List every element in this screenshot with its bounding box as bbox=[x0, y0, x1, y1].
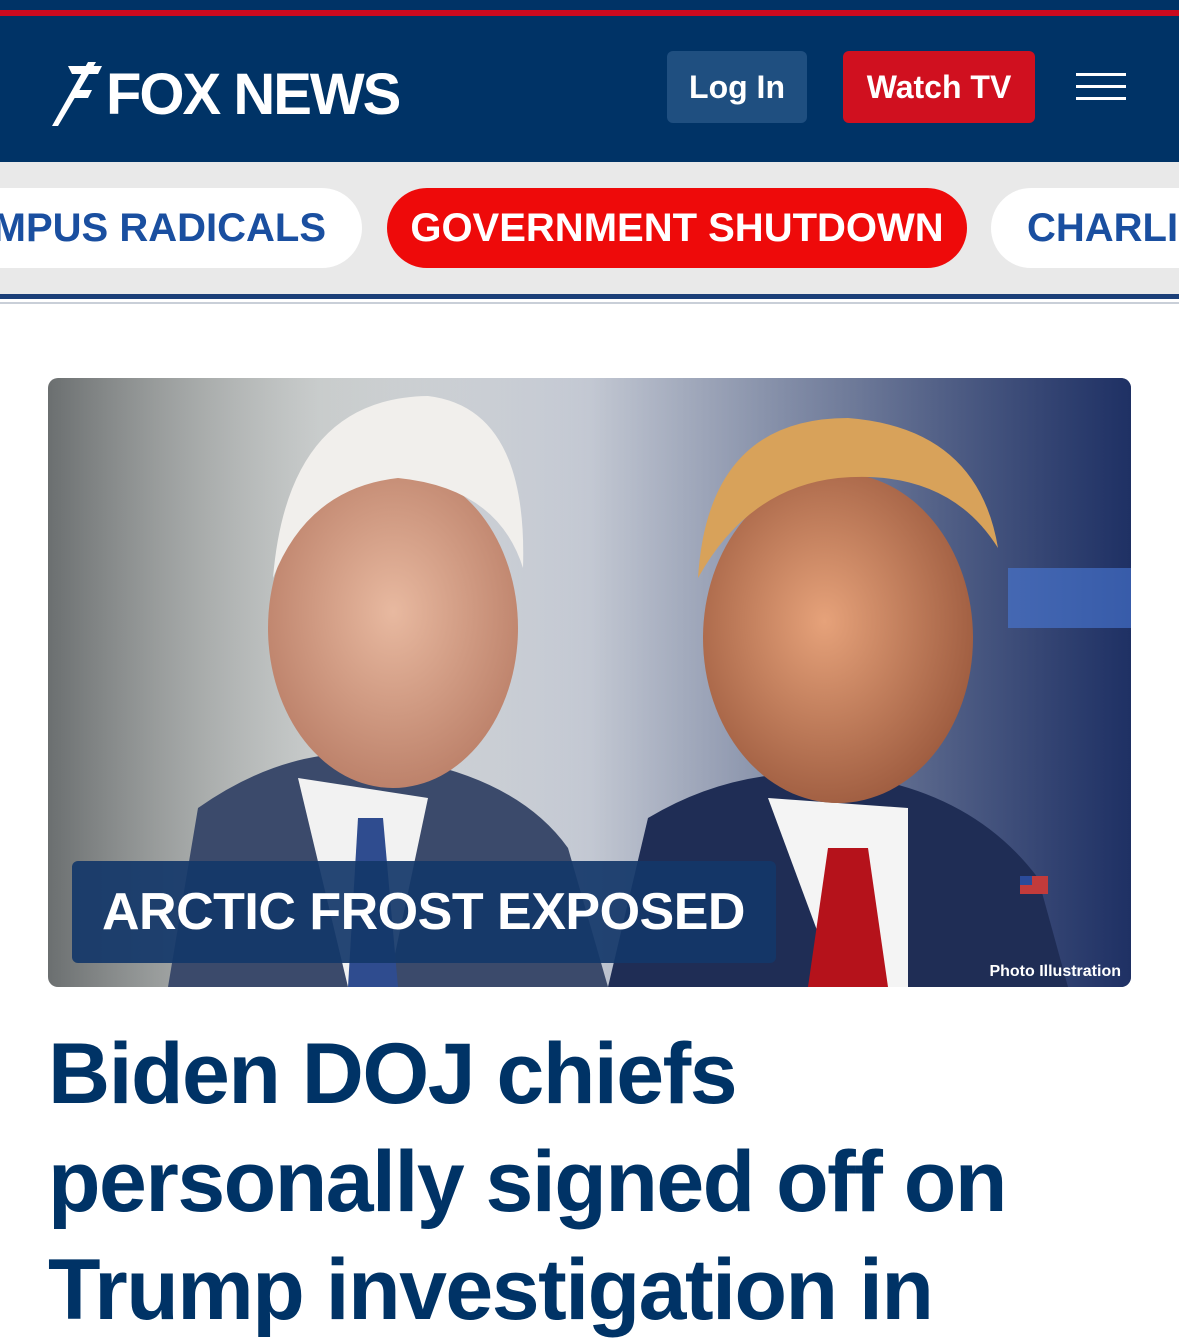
topics-divider-thin bbox=[0, 302, 1179, 304]
watch-tv-button[interactable]: Watch TV bbox=[843, 51, 1035, 123]
topic-pill-charlie[interactable]: CHARLIE bbox=[991, 188, 1179, 268]
login-button[interactable]: Log In bbox=[667, 51, 807, 123]
site-header: FOX NEWS Log In Watch TV bbox=[0, 20, 1179, 162]
hero-label-badge[interactable]: ARCTIC FROST EXPOSED bbox=[72, 861, 776, 963]
hero-image[interactable]: ARCTIC FROST EXPOSED Photo Illustration bbox=[48, 378, 1131, 987]
trending-topics-bar: AMPUS RADICALS GOVERNMENT SHUTDOWN CHARL… bbox=[0, 162, 1179, 294]
topic-pill-government-shutdown[interactable]: GOVERNMENT SHUTDOWN bbox=[387, 188, 967, 268]
photo-credit: Photo Illustration bbox=[989, 963, 1121, 980]
hamburger-menu-icon[interactable] bbox=[1076, 73, 1126, 101]
article-headline[interactable]: Biden DOJ chiefs personally signed off o… bbox=[48, 1020, 1138, 1344]
fox-news-logo[interactable]: FOX NEWS bbox=[48, 60, 401, 130]
fox-logo-mark-icon bbox=[52, 62, 102, 126]
top-red-line bbox=[0, 10, 1179, 16]
top-stripe bbox=[0, 0, 1179, 20]
topics-divider bbox=[0, 294, 1179, 299]
topic-pill-campus-radicals[interactable]: AMPUS RADICALS bbox=[0, 188, 362, 268]
logo-text: FOX NEWS bbox=[106, 62, 401, 127]
